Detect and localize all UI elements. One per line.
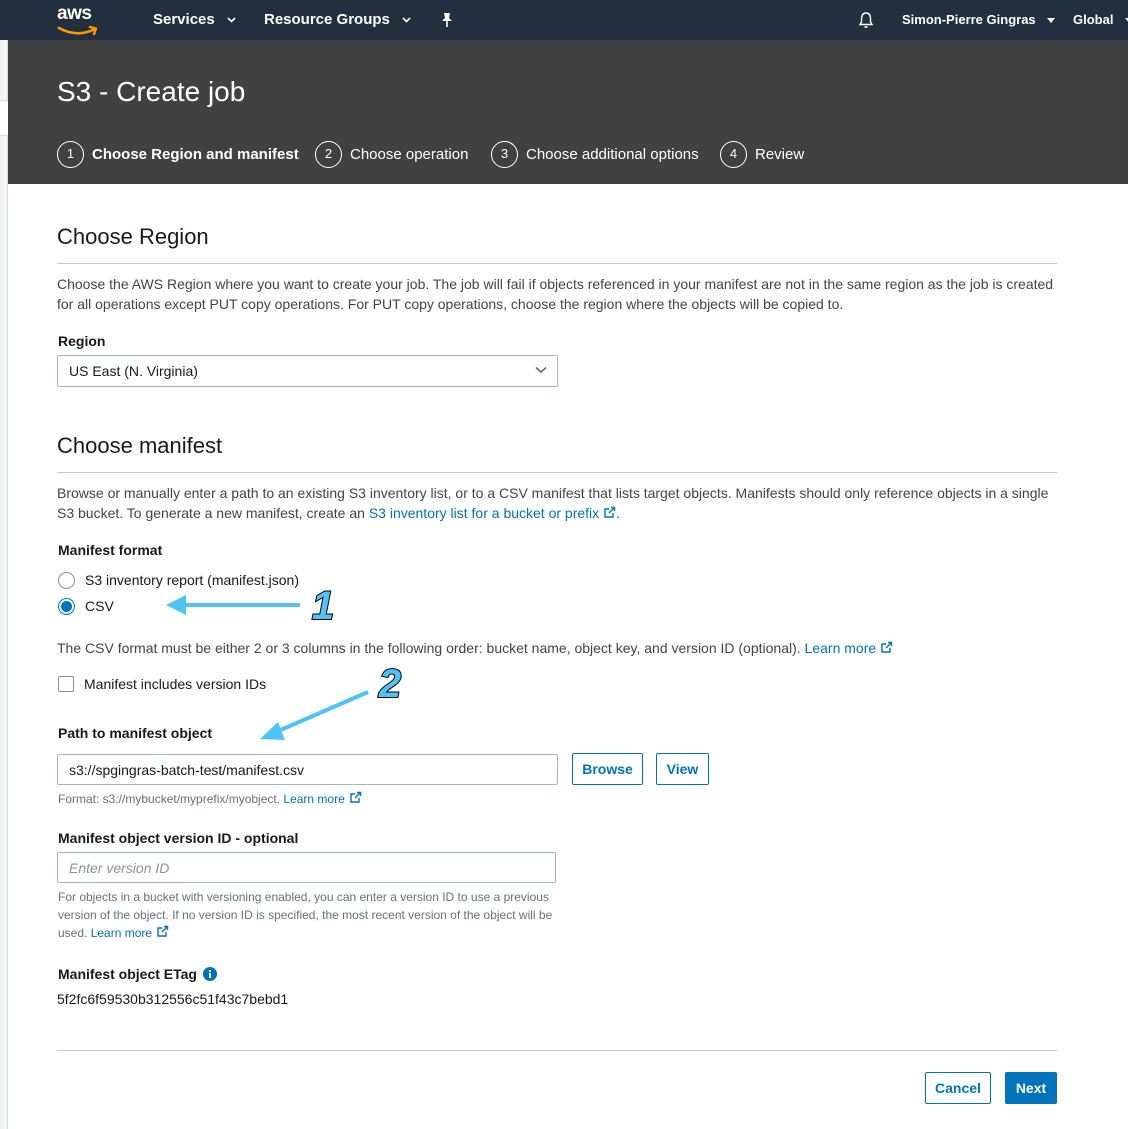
- services-menu[interactable]: Services: [153, 0, 236, 40]
- external-link-icon: [350, 791, 361, 803]
- manifest-desc-end: .: [616, 505, 621, 521]
- external-link-icon: [881, 641, 893, 653]
- section-divider: [57, 472, 1057, 473]
- user-name: Simon-Pierre Gingras: [902, 12, 1036, 27]
- csv-format-note: The CSV format must be either 2 or 3 col…: [57, 638, 1062, 658]
- etag-label: Manifest object ETag: [58, 966, 197, 982]
- resource-groups-label: Resource Groups: [264, 11, 390, 28]
- next-button[interactable]: Next: [1005, 1072, 1057, 1104]
- manifest-path-input[interactable]: [57, 754, 558, 785]
- region-select-value: US East (N. Virginia): [69, 363, 198, 379]
- notification-bell-icon[interactable]: [857, 11, 875, 29]
- version-ids-checkbox[interactable]: [58, 676, 74, 692]
- path-learn-more-link[interactable]: Learn more: [283, 792, 344, 806]
- path-to-manifest-label: Path to manifest object: [58, 725, 213, 741]
- inventory-report-radio[interactable]: [58, 572, 75, 589]
- choose-manifest-description: Browse or manually enter a path to an ex…: [57, 483, 1062, 523]
- cancel-button[interactable]: Cancel: [925, 1072, 991, 1104]
- step-number: 2: [315, 141, 342, 168]
- section-divider: [57, 263, 1057, 264]
- footer-divider: [57, 1050, 1057, 1051]
- browse-button[interactable]: Browse: [572, 753, 643, 785]
- aws-smile-icon: [57, 25, 98, 36]
- csv-radio[interactable]: [58, 598, 75, 615]
- inventory-list-link[interactable]: S3 inventory list for a bucket or prefix: [369, 505, 599, 521]
- region-select[interactable]: US East (N. Virginia): [57, 355, 558, 387]
- chevron-down-icon: [227, 17, 236, 23]
- choose-manifest-heading: Choose manifest: [57, 433, 223, 458]
- left-side-rail: [0, 40, 8, 1129]
- version-id-input[interactable]: [57, 852, 556, 883]
- annotation-arrow-2: [260, 690, 369, 740]
- manifest-format-label: Manifest format: [58, 542, 163, 558]
- annotation-number-1: 1: [312, 584, 334, 628]
- services-label: Services: [153, 11, 215, 28]
- chevron-down-icon: [535, 366, 547, 374]
- version-id-label: Manifest object version ID - optional: [58, 830, 299, 846]
- annotation-arrow-1: [166, 595, 300, 615]
- choose-region-heading: Choose Region: [57, 224, 209, 249]
- version-id-hint: For objects in a bucket with versioning …: [58, 888, 563, 942]
- view-button[interactable]: View: [656, 753, 709, 785]
- step-label: Review: [755, 146, 805, 163]
- resource-groups-menu[interactable]: Resource Groups: [264, 0, 411, 40]
- top-navigation-bar: aws Services Resource Groups Simon-Pierr…: [0, 0, 1128, 40]
- pin-icon[interactable]: [440, 12, 454, 28]
- region-menu[interactable]: Global: [1073, 0, 1128, 40]
- user-menu[interactable]: Simon-Pierre Gingras: [902, 0, 1056, 40]
- choose-region-description: Choose the AWS Region where you want to …: [57, 276, 1054, 312]
- info-icon[interactable]: [203, 967, 217, 981]
- page-title: S3 - Create job: [57, 76, 246, 107]
- step-label: Choose operation: [350, 146, 469, 163]
- chevron-down-icon: [402, 17, 411, 23]
- etag-value: 5f2fc6f59530b312556c51f43c7bebd1: [57, 991, 289, 1007]
- region-label: Region: [58, 333, 106, 349]
- csv-radio-label[interactable]: CSV: [85, 598, 114, 614]
- csv-note-text: The CSV format must be either 2 or 3 col…: [57, 640, 801, 656]
- version-ids-checkbox-label[interactable]: Manifest includes version IDs: [84, 676, 266, 692]
- region-menu-label: Global: [1073, 12, 1114, 27]
- page-header: S3 - Create job 1 Choose Region and mani…: [8, 40, 1128, 184]
- step-label: Choose Region and manifest: [92, 146, 299, 163]
- path-hint-text: Format: s3://mybucket/myprefix/myobject.: [58, 792, 281, 806]
- manifest-path-hint: Format: s3://mybucket/myprefix/myobject.…: [58, 790, 362, 808]
- step-number: 4: [720, 141, 747, 168]
- csv-learn-more-link[interactable]: Learn more: [805, 640, 877, 656]
- annotation-number-2: 2: [378, 662, 401, 706]
- aws-logo[interactable]: aws: [57, 3, 101, 36]
- step-number: 3: [491, 141, 518, 168]
- external-link-icon: [157, 925, 169, 937]
- version-learn-more-link[interactable]: Learn more: [91, 926, 152, 940]
- chevron-down-icon: [1047, 18, 1056, 24]
- inventory-report-radio-label[interactable]: S3 inventory report (manifest.json): [85, 572, 299, 588]
- step-number: 1: [57, 141, 84, 168]
- step-label: Choose additional options: [526, 146, 699, 163]
- external-link-icon: [604, 506, 616, 518]
- aws-logo-text: aws: [57, 3, 92, 24]
